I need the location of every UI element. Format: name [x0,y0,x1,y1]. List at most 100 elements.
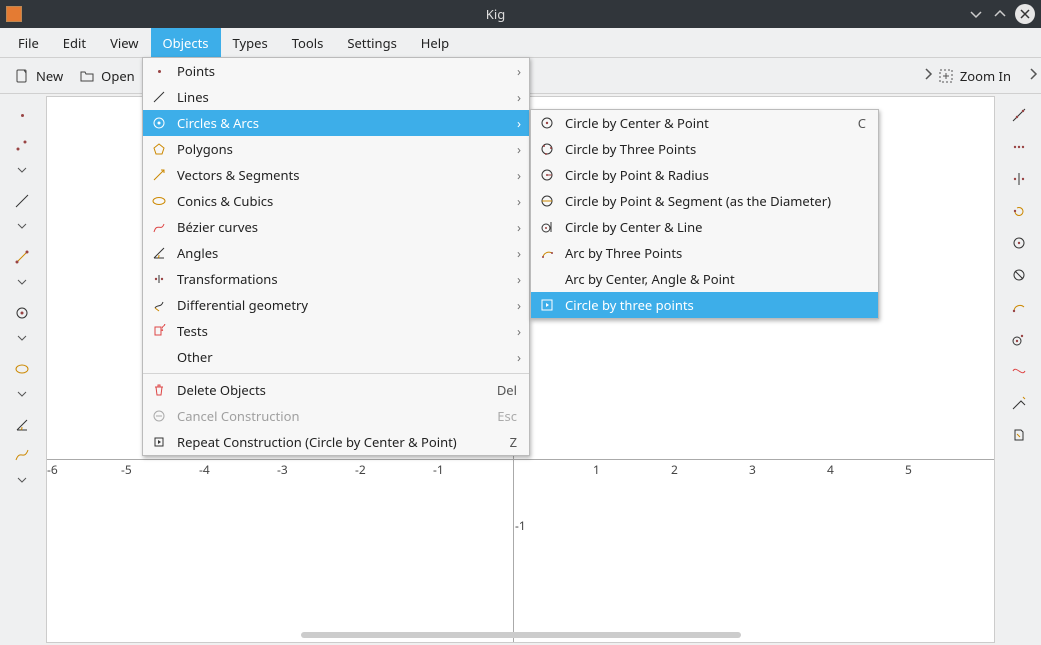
measure-tool[interactable] [1004,388,1034,418]
canvas-scrollbar-horizontal[interactable] [301,632,741,638]
conic-icon [14,361,30,377]
menu-item-label: Tests [177,322,208,340]
chevron-down-icon [968,6,984,22]
perpendicular-tool[interactable] [1004,100,1034,130]
menu-circles-arcs[interactable]: Circles & Arcs › [143,110,529,136]
submenu-arc-three-points[interactable]: Arc by Three Points [531,240,878,266]
menu-angles[interactable]: Angles › [143,240,529,266]
menu-tools[interactable]: Tools [280,28,336,57]
toolbar-overflow-left[interactable] [914,66,930,86]
segment-tool[interactable] [7,242,37,272]
menu-transformations[interactable]: Transformations › [143,266,529,292]
close-button[interactable] [1015,4,1035,24]
x-tick: -6 [47,461,58,478]
conic-icon [151,193,167,209]
polygon-icon [151,141,167,157]
submenu-circle-by-three-points[interactable]: Circle by three points [531,292,878,318]
bezier-tool[interactable] [7,440,37,470]
script-icon [1011,427,1027,443]
locus-tool[interactable] [1004,356,1034,386]
menu-item-label: Polygons [177,140,233,158]
minimize-button[interactable] [967,5,985,23]
x-tick: -4 [199,461,210,478]
rotate-tool[interactable] [1004,196,1034,226]
submenu-arrow-icon: › [517,218,521,236]
menu-repeat-construction[interactable]: Repeat Construction (Circle by Center & … [143,429,529,455]
submenu-circle-point-radius[interactable]: Circle by Point & Radius [531,162,878,188]
expand-toggle[interactable] [7,160,37,180]
menu-objects[interactable]: Objects [151,28,221,57]
x-tick: 3 [749,461,756,478]
vector-icon [151,167,167,183]
expand-toggle[interactable] [7,384,37,404]
reflect-tool[interactable] [1004,164,1034,194]
menu-bezier[interactable]: Bézier curves › [143,214,529,240]
x-tick: -3 [277,461,288,478]
submenu-circle-point-segment[interactable]: Circle by Point & Segment (as the Diamet… [531,188,878,214]
submenu-arrow-icon: › [517,244,521,262]
circle-icon [1011,235,1027,251]
line-tool[interactable] [7,186,37,216]
menu-conics-cubics[interactable]: Conics & Cubics › [143,188,529,214]
menu-vectors-segments[interactable]: Vectors & Segments › [143,162,529,188]
menu-view[interactable]: View [98,28,150,57]
expand-toggle[interactable] [7,272,37,292]
menu-differential-geometry[interactable]: Differential geometry › [143,292,529,318]
menu-points[interactable]: Points › [143,58,529,84]
maximize-button[interactable] [991,5,1009,23]
submenu-circle-three-points[interactable]: Circle by Three Points [531,136,878,162]
tangent-tool[interactable] [1004,324,1034,354]
expand-toggle[interactable] [7,216,37,236]
expand-toggle[interactable] [7,470,37,490]
zoom-in-button[interactable]: Zoom In [930,63,1019,89]
circle3p-tool[interactable] [1004,228,1034,258]
toolbar-overflow-right[interactable] [1019,66,1035,86]
x-tick: -1 [433,461,444,478]
submenu-item-label: Circle by Three Points [565,140,696,158]
chevron-up-icon [992,6,1008,22]
circle-cl-icon [539,219,555,235]
menu-help[interactable]: Help [409,28,461,57]
menu-delete-objects[interactable]: Delete Objects Del [143,377,529,403]
menu-types[interactable]: Types [221,28,280,57]
close-icon [1017,6,1033,22]
menu-lines[interactable]: Lines › [143,84,529,110]
submenu-arrow-icon: › [517,166,521,184]
script-tool[interactable] [1004,420,1034,450]
menu-file[interactable]: File [6,28,51,57]
submenu-arrow-icon: › [517,62,521,80]
x-tick: -2 [355,461,366,478]
menu-item-label: Transformations [177,270,278,288]
menu-polygons[interactable]: Polygons › [143,136,529,162]
open-button[interactable]: Open [71,63,143,89]
arc-tool[interactable] [1004,292,1034,322]
menu-item-label: Angles [177,244,218,262]
arc-icon [1011,299,1027,315]
menu-settings[interactable]: Settings [335,28,408,57]
repeat-icon [151,434,167,450]
submenu-circle-center-point[interactable]: Circle by Center & Point C [531,110,878,136]
submenu-arrow-icon: › [517,348,521,366]
menu-item-label: Lines [177,88,209,106]
menu-item-label: Repeat Construction (Circle by Center & … [177,433,457,451]
locus-icon [1011,363,1027,379]
menu-tests[interactable]: ? Tests › [143,318,529,344]
submenu-arc-center-angle-point[interactable]: Arc by Center, Angle & Point [531,266,878,292]
menu-other[interactable]: Other › [143,344,529,370]
points-tool[interactable] [7,130,37,160]
measure-icon [1011,395,1027,411]
circle-tool[interactable] [7,298,37,328]
segment-icon [14,249,30,265]
submenu-circle-center-line[interactable]: Circle by Center & Line [531,214,878,240]
angle-icon [151,245,167,261]
expand-toggle[interactable] [7,328,37,348]
conic-tool[interactable] [7,354,37,384]
angle-tool[interactable] [7,410,37,440]
menu-item-label: Points [177,62,215,80]
new-button[interactable]: New [6,63,71,89]
point-tool[interactable] [7,100,37,130]
left-toolbox [0,94,44,645]
parallel-tool[interactable] [1004,132,1034,162]
inversion-tool[interactable] [1004,260,1034,290]
menu-edit[interactable]: Edit [51,28,98,57]
